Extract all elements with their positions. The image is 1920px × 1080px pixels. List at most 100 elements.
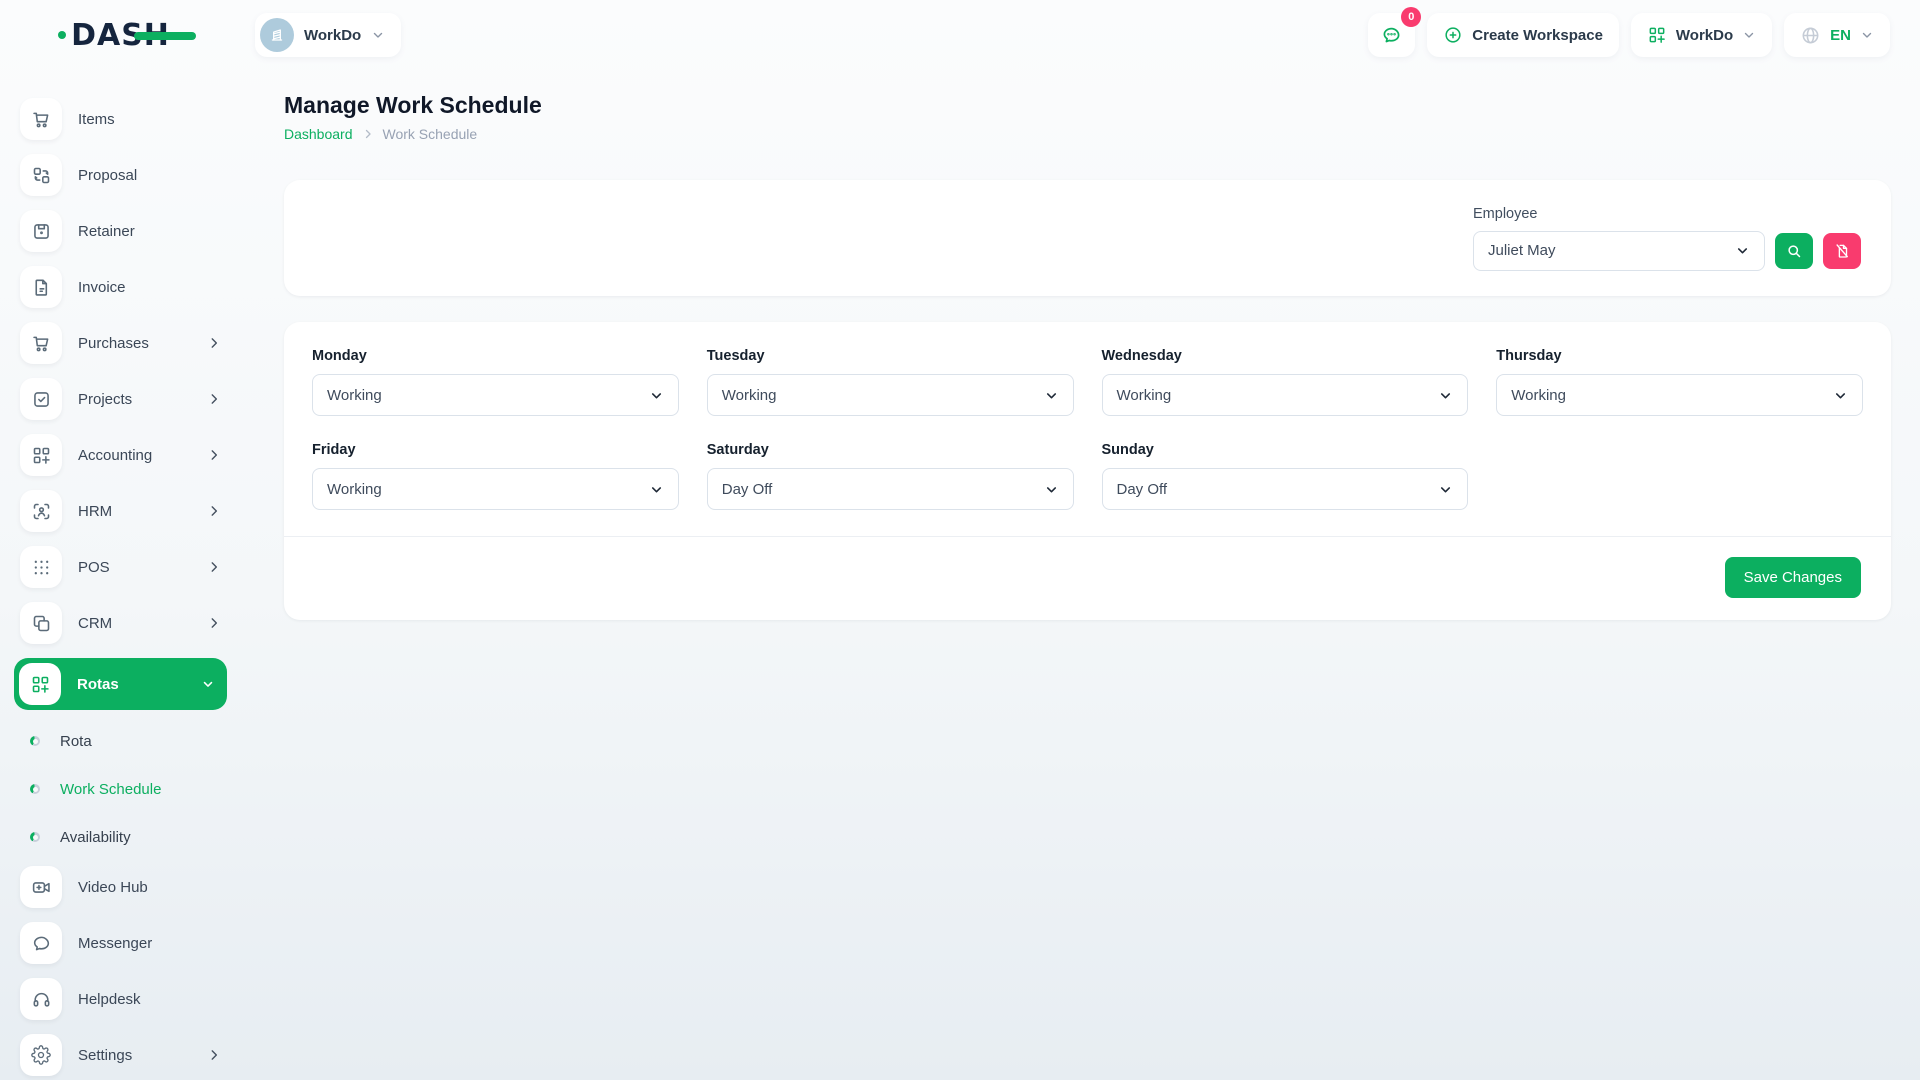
sidebar-item-accounting[interactable]: Accounting: [16, 434, 225, 476]
plus-circle-icon: [1443, 25, 1463, 45]
workspace-switcher[interactable]: WorkDo: [255, 13, 401, 57]
breadcrumb: Dashboard Work Schedule: [284, 126, 1891, 142]
work-schedule-card: Monday Working Tuesday Working Wednesday…: [284, 322, 1891, 620]
headphones-icon: [20, 978, 62, 1020]
sidebar-item-helpdesk[interactable]: Helpdesk: [16, 978, 225, 1020]
messages-button[interactable]: 0: [1368, 13, 1415, 57]
breadcrumb-dashboard-link[interactable]: Dashboard: [284, 126, 353, 142]
wednesday-schedule-select[interactable]: Working: [1102, 374, 1469, 416]
main-content: Manage Work Schedule Dashboard Work Sche…: [241, 92, 1920, 620]
thursday-schedule-select[interactable]: Working: [1496, 374, 1863, 416]
chevron-right-icon: [207, 448, 221, 462]
sidebar-subitem-work-schedule[interactable]: Work Schedule: [16, 770, 225, 808]
employee-filter-card: Employee Juliet May: [284, 180, 1891, 296]
logo-green-bar: [134, 32, 196, 40]
sidebar-item-proposal[interactable]: Proposal: [16, 154, 225, 196]
gear-icon: [20, 1034, 62, 1076]
video-camera-icon: [20, 866, 62, 908]
sidebar-item-retainer[interactable]: Retainer: [16, 210, 225, 252]
day-label: Monday: [312, 348, 679, 364]
day-block-wednesday: Wednesday Working: [1102, 348, 1469, 416]
copy-icon: [20, 602, 62, 644]
chevron-right-icon: [207, 336, 221, 350]
chevron-down-icon: [1860, 28, 1874, 42]
chevron-right-icon: [207, 392, 221, 406]
tuesday-schedule-select[interactable]: Working: [707, 374, 1074, 416]
grid-plus-icon: [19, 663, 61, 705]
circle-bullet-icon: [30, 736, 40, 746]
sidebar-item-projects[interactable]: Projects: [16, 378, 225, 420]
chevron-right-icon: [207, 504, 221, 518]
chevron-down-icon: [1044, 482, 1059, 497]
search-button[interactable]: [1775, 233, 1813, 269]
sidebar-subitem-rota[interactable]: Rota: [16, 722, 225, 760]
day-block-friday: Friday Working: [312, 442, 679, 510]
page-title: Manage Work Schedule: [284, 92, 1891, 119]
sidebar-item-messenger[interactable]: Messenger: [16, 922, 225, 964]
sidebar-item-items[interactable]: Items: [16, 98, 225, 140]
logo-dot: [58, 31, 66, 39]
workdo-menu-button[interactable]: WorkDo: [1631, 13, 1772, 57]
user-scan-icon: [20, 490, 62, 532]
check-square-icon: [20, 378, 62, 420]
chevron-down-icon: [371, 28, 385, 42]
card-footer: Save Changes: [284, 536, 1891, 620]
day-block-sunday: Sunday Day Off: [1102, 442, 1469, 510]
sidebar-item-video-hub[interactable]: Video Hub: [16, 866, 225, 908]
globe-icon: [1800, 25, 1821, 46]
cart-icon: [20, 322, 62, 364]
search-icon: [1785, 242, 1803, 260]
chevron-down-icon: [1833, 388, 1848, 403]
friday-schedule-select[interactable]: Working: [312, 468, 679, 510]
chevron-down-icon: [649, 482, 664, 497]
sidebar-subitem-availability[interactable]: Availability: [16, 818, 225, 856]
workspace-name: WorkDo: [304, 27, 361, 44]
file-off-icon: [1833, 242, 1851, 260]
chevron-down-icon: [1438, 482, 1453, 497]
day-label: Sunday: [1102, 442, 1469, 458]
reset-filter-button[interactable]: [1823, 233, 1861, 269]
cart-icon: [20, 98, 62, 140]
circle-bullet-icon: [30, 832, 40, 842]
sidebar-item-settings[interactable]: Settings: [16, 1034, 225, 1076]
chevron-right-icon: [207, 560, 221, 574]
employee-label: Employee: [1473, 206, 1861, 222]
day-block-thursday: Thursday Working: [1496, 348, 1863, 416]
swap-squares-icon: [20, 154, 62, 196]
saturday-schedule-select[interactable]: Day Off: [707, 468, 1074, 510]
day-label: Thursday: [1496, 348, 1863, 364]
dots-grid-icon: [20, 546, 62, 588]
topbar: DASH WorkDo 0 Create Workspace: [0, 0, 1920, 70]
circle-bullet-icon: [30, 784, 40, 794]
chevron-right-icon: [207, 1048, 221, 1062]
chevron-down-icon: [649, 388, 664, 403]
sidebar-item-hrm[interactable]: HRM: [16, 490, 225, 532]
chevron-right-icon: [362, 128, 374, 140]
language-code: EN: [1830, 27, 1851, 44]
building-icon: [267, 25, 287, 45]
breadcrumb-current: Work Schedule: [383, 126, 478, 142]
sunday-schedule-select[interactable]: Day Off: [1102, 468, 1469, 510]
day-block-tuesday: Tuesday Working: [707, 348, 1074, 416]
sidebar-item-rotas[interactable]: Rotas: [14, 658, 227, 710]
chevron-down-icon: [1742, 28, 1756, 42]
chevron-down-icon: [201, 677, 215, 691]
chat-bubble-icon: [20, 922, 62, 964]
chat-bubble-icon: [1380, 24, 1403, 47]
create-workspace-button[interactable]: Create Workspace: [1427, 13, 1619, 57]
language-selector[interactable]: EN: [1784, 13, 1890, 57]
sidebar-item-crm[interactable]: CRM: [16, 602, 225, 644]
day-label: Friday: [312, 442, 679, 458]
sidebar-item-pos[interactable]: POS: [16, 546, 225, 588]
day-label: Wednesday: [1102, 348, 1469, 364]
employee-select[interactable]: Juliet May: [1473, 231, 1765, 271]
day-label: Tuesday: [707, 348, 1074, 364]
messages-count-badge: 0: [1401, 7, 1421, 27]
save-changes-button[interactable]: Save Changes: [1725, 557, 1861, 598]
monday-schedule-select[interactable]: Working: [312, 374, 679, 416]
sidebar-item-invoice[interactable]: Invoice: [16, 266, 225, 308]
grid-plus-icon: [20, 434, 62, 476]
sidebar: Items Proposal Retainer Invoice Purchase…: [0, 70, 241, 1080]
sidebar-item-purchases[interactable]: Purchases: [16, 322, 225, 364]
chevron-down-icon: [1044, 388, 1059, 403]
